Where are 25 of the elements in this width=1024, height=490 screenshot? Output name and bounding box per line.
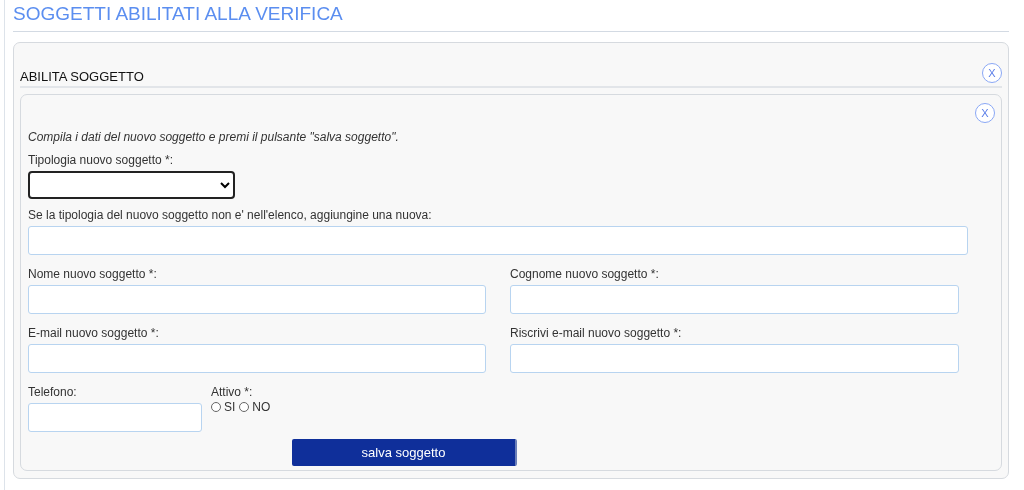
close-button[interactable]: X	[975, 103, 995, 123]
save-button[interactable]: salva soggetto	[292, 439, 517, 466]
type-select[interactable]	[28, 171, 235, 199]
input-field[interactable]	[28, 344, 486, 373]
field-label: Riscrivi e-mail nuovo soggetto *:	[510, 326, 683, 340]
field-label: Cognome nuovo soggetto *:	[510, 267, 660, 281]
field-label: Telefono:	[28, 385, 78, 399]
panel-title: ABILITA SOGGETTO	[20, 69, 144, 84]
input-field[interactable]	[510, 344, 959, 373]
radio-label: SI	[224, 400, 236, 414]
input-field[interactable]	[28, 285, 486, 314]
radio-button[interactable]	[211, 402, 221, 412]
input-field[interactable]	[28, 226, 968, 255]
radio-button[interactable]	[239, 402, 250, 412]
input-field[interactable]	[28, 403, 202, 432]
input-field[interactable]	[510, 285, 959, 314]
field-label: Se la tipologia del nuovo soggetto non e' nell'elenco, aggiungine una nuova:	[28, 208, 433, 222]
close-button[interactable]: X	[982, 63, 1002, 83]
field-label: Tipologia nuovo soggetto *:	[28, 153, 174, 167]
field-label: Attivo *:	[211, 385, 254, 399]
field-label: Nome nuovo soggetto *:	[28, 267, 158, 281]
radio-label: NO	[252, 400, 271, 414]
instructions: Compila i dati del nuovo soggetto e premi il pulsante "salva soggetto".	[28, 130, 400, 144]
page-title: SOGGETTI ABILITATI ALLA VERIFICA	[13, 3, 1009, 32]
field-label: E-mail nuovo soggetto *:	[28, 326, 160, 340]
